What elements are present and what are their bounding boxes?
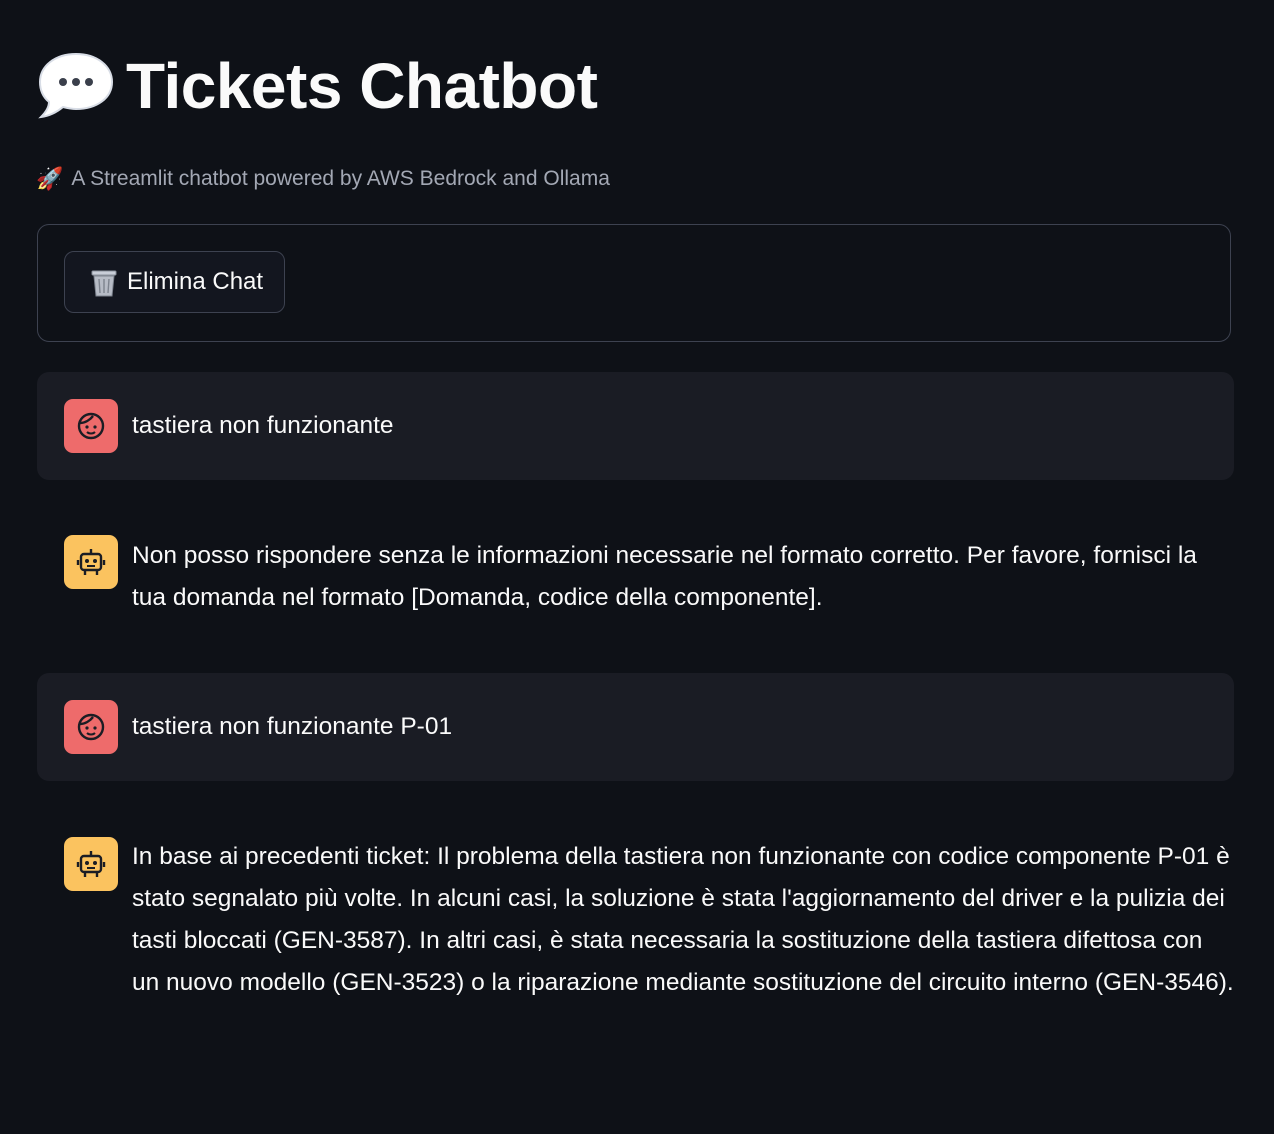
message-text: Non posso rispondere senza le informazio… [132,542,1197,611]
chat-message-assistant: In base ai precedenti ticket: Il problem… [37,810,1234,1070]
message-text: tastiera non funzionante P-01 [132,713,453,740]
page-title: Tickets Chatbot [36,44,598,128]
user-face-icon [77,713,105,741]
robot-icon [76,549,106,575]
chat-message-user: tastiera non funzionante P-01 [37,673,1234,781]
title-text: Tickets Chatbot [126,50,598,122]
trash-icon [91,270,117,297]
chat-message-user: tastiera non funzionante [37,372,1234,480]
rocket-icon: 🚀 [36,166,64,191]
user-avatar [64,399,118,453]
robot-icon [76,851,106,877]
message-text: In base ai precedenti ticket: Il problem… [132,843,1234,996]
message-text: tastiera non funzionante [132,412,394,439]
assistant-avatar [64,535,118,589]
clear-chat-label: Elimina Chat [127,268,264,295]
clear-chat-button[interactable]: Elimina Chat [64,251,286,313]
user-face-icon [77,412,105,440]
user-avatar [64,700,118,754]
assistant-avatar [64,837,118,891]
subtitle: 🚀 A Streamlit chatbot powered by AWS Bed… [36,162,610,196]
chat-message-assistant: Non posso rispondere senza le informazio… [37,508,1234,644]
subtitle-text: A Streamlit chatbot powered by AWS Bedro… [71,167,610,190]
speech-bubble-icon [38,52,114,119]
app-page: Tickets Chatbot 🚀 A Streamlit chatbot po… [0,0,1274,1134]
controls-container: Elimina Chat [37,224,1231,342]
